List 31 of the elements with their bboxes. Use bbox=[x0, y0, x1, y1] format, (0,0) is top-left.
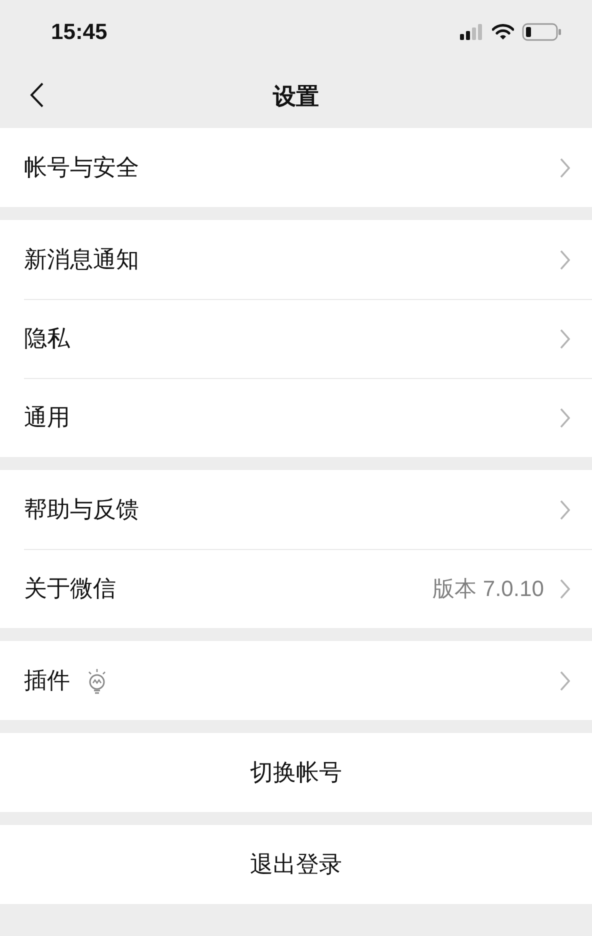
settings-row[interactable]: 插件 bbox=[0, 641, 592, 720]
settings-row[interactable]: 帐号与安全 bbox=[0, 128, 592, 207]
row-value: 版本 7.0.10 bbox=[432, 574, 544, 602]
back-icon[interactable] bbox=[30, 82, 44, 108]
chevron-icon bbox=[560, 328, 570, 348]
row-label: 帐号与安全 bbox=[24, 154, 139, 183]
lightbulb-icon bbox=[86, 668, 108, 694]
action-button[interactable]: 退出登录 bbox=[0, 825, 592, 904]
row-label: 通用 bbox=[24, 404, 70, 433]
wifi-icon bbox=[492, 24, 514, 40]
row-label: 新消息通知 bbox=[24, 246, 139, 275]
settings-row[interactable]: 通用 bbox=[0, 378, 592, 457]
status-time: 15:45 bbox=[51, 19, 108, 45]
chevron-icon bbox=[560, 408, 570, 428]
row-label: 插件 bbox=[24, 667, 70, 696]
settings-row[interactable]: 新消息通知 bbox=[0, 220, 592, 299]
settings-row[interactable]: 关于微信 版本 7.0.10 bbox=[0, 549, 592, 628]
chevron-icon bbox=[560, 578, 570, 598]
settings-row[interactable]: 隐私 bbox=[0, 299, 592, 378]
signal-icon bbox=[460, 24, 484, 40]
action-button[interactable]: 切换帐号 bbox=[0, 733, 592, 812]
row-label: 关于微信 bbox=[24, 575, 116, 604]
row-label: 帮助与反馈 bbox=[24, 496, 139, 525]
chevron-icon bbox=[560, 250, 570, 270]
chevron-icon bbox=[560, 158, 570, 178]
chevron-icon bbox=[560, 500, 570, 520]
page-title: 设置 bbox=[273, 82, 319, 112]
chevron-icon bbox=[560, 670, 570, 690]
row-label: 隐私 bbox=[24, 325, 70, 354]
settings-row[interactable]: 帮助与反馈 bbox=[0, 470, 592, 549]
battery-icon bbox=[522, 23, 562, 41]
